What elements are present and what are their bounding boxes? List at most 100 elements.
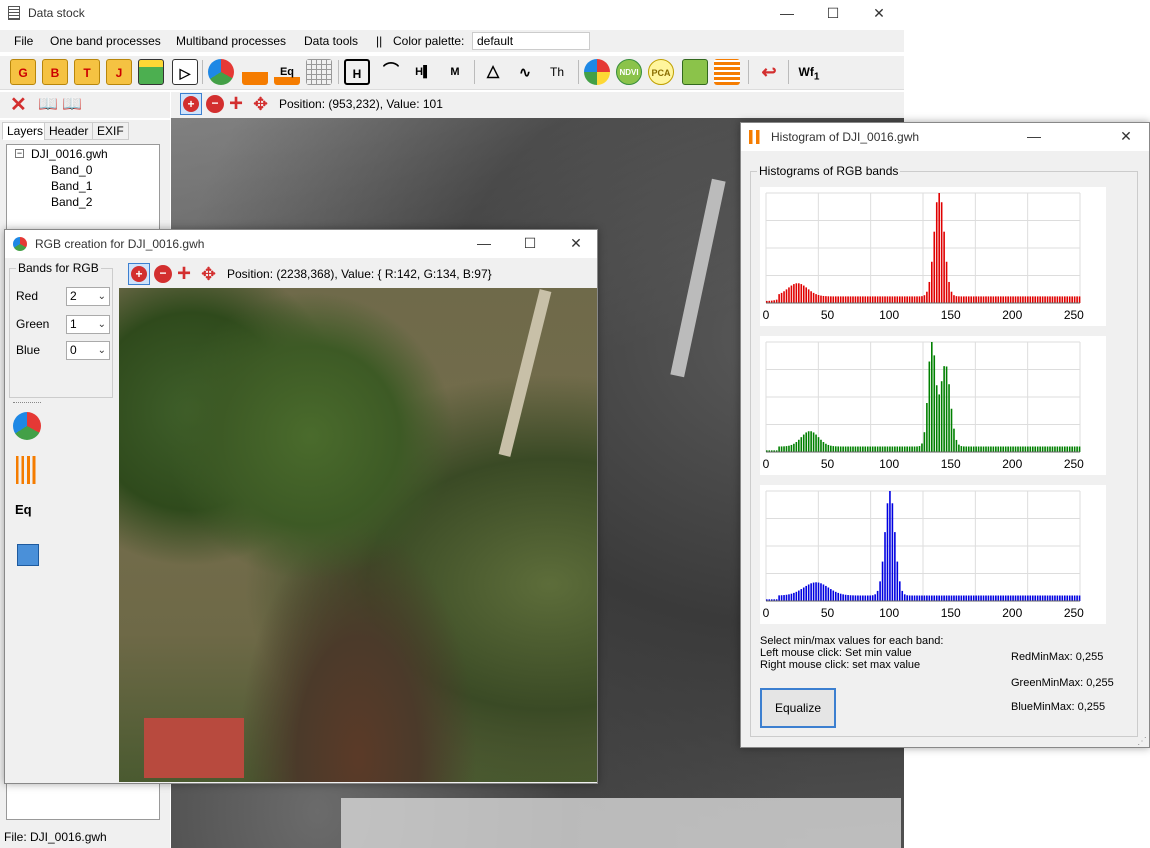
rgb-image[interactable] [119, 288, 597, 782]
pca-button[interactable]: PCA [648, 59, 674, 85]
histogram-bar [825, 585, 827, 601]
zoom-in-icon[interactable]: + [180, 93, 202, 115]
blue-histogram[interactable]: 0 50 100 150 200 250 [760, 485, 1106, 624]
histogram-bar [837, 592, 840, 601]
rgb-icon[interactable] [208, 59, 234, 85]
zoom-in-icon[interactable]: + [128, 263, 150, 285]
rgb-maximize-button[interactable]: ☐ [507, 230, 553, 256]
green-histogram[interactable]: 0 50 100 150 200 250 [760, 336, 1106, 475]
maximize-button[interactable]: ☐ [810, 0, 856, 26]
pan-icon[interactable]: ✥ [253, 94, 268, 115]
bell-curve-icon[interactable]: ⌒ [378, 59, 404, 85]
undo-icon[interactable]: ↩ [756, 59, 782, 85]
red-histogram[interactable]: 0 50 100 150 200 250 [760, 187, 1106, 326]
histogram-bar [921, 595, 923, 601]
equalize-icon[interactable]: Eq [15, 502, 32, 517]
histogram-bar [1059, 446, 1061, 452]
h-chart-icon[interactable]: H▌ [410, 59, 436, 85]
histogram-bar [1061, 595, 1064, 601]
menu-file[interactable]: File [14, 34, 33, 48]
equalize-button[interactable]: Equalize [760, 688, 836, 728]
histogram-bar [960, 595, 963, 601]
tree-band[interactable]: Band_0 [51, 163, 92, 177]
palette-input[interactable]: default [472, 32, 590, 50]
rgb-viewer-toolbar: + − + ✥ Position: (2238,368), Value: { R… [119, 260, 597, 288]
calculator-icon[interactable] [682, 59, 708, 85]
histogram-bar [955, 439, 958, 452]
histogram-bar [802, 285, 805, 303]
menu-data-tools[interactable]: Data tools [304, 34, 358, 48]
v-signal-icon[interactable]: ∿ [512, 59, 538, 85]
film-icon[interactable]: ▷ [172, 59, 198, 85]
m-chart-icon[interactable]: M [442, 59, 468, 85]
j-doc-button[interactable]: J [106, 59, 132, 85]
x-tick-label: 200 [1002, 606, 1022, 620]
histogram-bar [977, 446, 980, 452]
histogram-bar [1063, 595, 1066, 601]
green-band-select[interactable]: 1 ⌄ [66, 315, 110, 334]
histogram-bar [795, 591, 798, 601]
palette-list-icon[interactable] [714, 59, 740, 85]
red-band-select[interactable]: 2 ⌄ [66, 287, 110, 306]
crosshair-icon[interactable]: + [177, 260, 191, 288]
histogram-bar [822, 295, 825, 303]
histogram-bar [1051, 296, 1054, 303]
resize-grip[interactable]: ⋰ [1137, 736, 1147, 747]
histogram-bar [903, 296, 906, 303]
toolbar-separator [338, 60, 339, 84]
g-doc-button[interactable]: G [10, 59, 36, 85]
tree-band[interactable]: Band_2 [51, 195, 92, 209]
b-doc-button[interactable]: B [42, 59, 68, 85]
h-box-icon[interactable]: H [344, 59, 370, 85]
threshold-icon[interactable]: Th [544, 59, 570, 85]
tab-header[interactable]: Header [44, 122, 94, 140]
classify-icon[interactable] [584, 59, 610, 85]
triangle-icon[interactable]: △ [480, 59, 506, 85]
delete-icon[interactable]: ✕ [10, 92, 27, 117]
save-icon[interactable] [17, 544, 39, 566]
image-icon[interactable] [138, 59, 164, 85]
histogram-bar [881, 446, 884, 452]
histogram-bar [864, 595, 867, 601]
tree-band[interactable]: Band_1 [51, 179, 92, 193]
equalize-icon[interactable]: Eq [274, 59, 300, 85]
zoom-out-icon[interactable]: − [154, 265, 172, 283]
crosshair-icon[interactable]: + [229, 90, 243, 118]
menu-one-band[interactable]: One band processes [50, 34, 161, 48]
tab-exif[interactable]: EXIF [92, 122, 129, 140]
menu-multiband[interactable]: Multiband processes [176, 34, 286, 48]
histogram-bar [1024, 446, 1027, 452]
menu-color-palette[interactable]: Color palette: [393, 34, 464, 48]
tree-root[interactable]: DJI_0016.gwh [31, 147, 108, 161]
histogram-bar [805, 287, 808, 303]
open-book-icon[interactable]: 📖 [38, 94, 58, 114]
grid-icon[interactable] [306, 59, 332, 85]
blue-band-select[interactable]: 0 ⌄ [66, 341, 110, 360]
histogram-bar [810, 291, 812, 303]
tree-expander[interactable]: − [15, 149, 24, 158]
zoom-out-icon[interactable]: − [206, 95, 224, 113]
minimize-button[interactable]: — [764, 0, 810, 26]
tab-layers[interactable]: Layers [2, 122, 49, 140]
close-button[interactable]: ✕ [856, 0, 902, 26]
hist-close-button[interactable]: ✕ [1103, 123, 1149, 149]
rgb-compose-icon[interactable] [13, 412, 41, 440]
histogram-bar [849, 296, 852, 303]
rgb-close-button[interactable]: ✕ [553, 230, 599, 256]
histogram-icon[interactable] [13, 456, 41, 484]
histogram-icon[interactable] [242, 59, 268, 85]
pan-icon[interactable]: ✥ [201, 264, 216, 285]
book-icon[interactable]: 📖 [62, 94, 82, 114]
histogram-bar [783, 446, 785, 452]
ndvi-button[interactable]: NDVI [616, 59, 642, 85]
wf-button[interactable]: Wf1 [794, 59, 824, 85]
histogram-bar [1007, 296, 1009, 303]
rgb-minimize-button[interactable]: — [461, 230, 507, 256]
t-doc-button[interactable]: T [74, 59, 100, 85]
histogram-bar [881, 561, 884, 601]
histogram-bar [928, 361, 931, 452]
histogram-bar [1044, 595, 1046, 601]
histogram-bar [1061, 446, 1064, 452]
hist-minimize-button[interactable]: — [1011, 123, 1057, 149]
histogram-bar [790, 285, 793, 303]
